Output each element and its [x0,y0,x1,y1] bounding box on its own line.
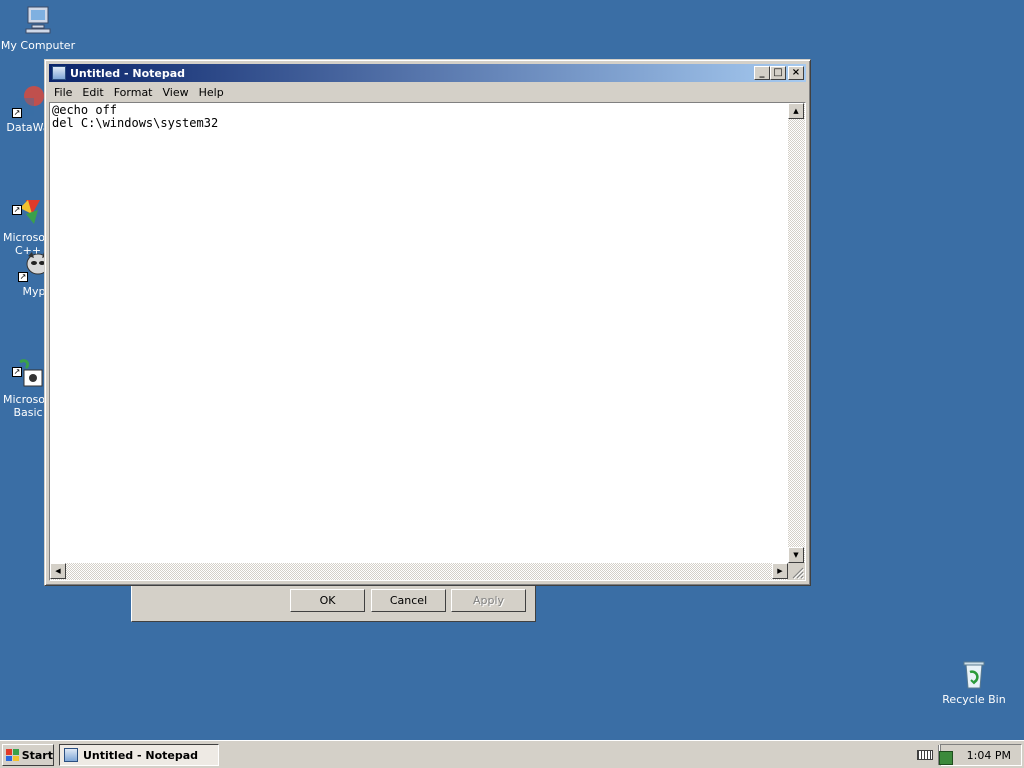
maximize-button[interactable]: □ [770,66,786,80]
desktop-icon-label: My Computer [0,39,76,52]
clock[interactable]: 1:04 PM [967,749,1011,762]
taskbar: Start Untitled - Notepad 1:04 PM [0,740,1024,768]
text-editor[interactable]: @echo off del C:\windows\system32 ▲ ▼ ◀ … [49,102,806,581]
editor-text[interactable]: @echo off del C:\windows\system32 [51,104,787,562]
shortcut-arrow-icon: ↗ [12,367,22,377]
scroll-down-button[interactable]: ▼ [788,547,804,563]
ok-button[interactable]: OK [290,589,365,612]
menu-format[interactable]: Format [109,86,158,99]
notepad-icon [52,66,66,80]
close-button[interactable]: × [788,66,804,80]
menu-view[interactable]: View [158,86,194,99]
menu-file[interactable]: File [49,86,77,99]
notepad-icon [64,748,78,762]
desktop-icon-recycle-bin[interactable]: Recycle Bin [936,658,1012,706]
horizontal-scrollbar[interactable]: ◀ ▶ [50,563,788,580]
notepad-titlebar[interactable]: Untitled - Notepad _ □ × [49,64,806,82]
shortcut-arrow-icon: ↗ [18,272,28,282]
network-icon[interactable] [939,751,953,765]
datawarehouse-icon: ↗ [12,86,44,118]
menu-help[interactable]: Help [194,86,229,99]
minimize-button[interactable]: _ [754,66,770,80]
cancel-button[interactable]: Cancel [371,589,446,612]
shortcut-arrow-icon: ↗ [12,108,22,118]
scroll-right-button[interactable]: ▶ [772,563,788,579]
menu-bar: File Edit Format View Help [49,83,806,102]
apply-button[interactable]: Apply [451,589,526,612]
notepad-window: Untitled - Notepad _ □ × File Edit Forma… [44,59,811,586]
recycle-bin-icon [958,658,990,690]
start-label: Start [21,748,53,762]
visual-cpp-icon: ↗ [12,183,44,224]
windows-logo-icon [6,749,19,761]
keyboard-icon[interactable] [917,750,933,760]
menu-edit[interactable]: Edit [77,86,108,99]
start-button[interactable]: Start [2,744,54,766]
shortcut-arrow-icon: ↗ [12,205,22,215]
visual-basic-icon: ↗ [12,345,44,387]
system-tray: 1:04 PM [939,744,1022,766]
scroll-up-button[interactable]: ▲ [788,103,804,119]
vertical-scrollbar[interactable]: ▲ ▼ [788,103,805,563]
background-dialog: OK Cancel Apply [131,586,536,622]
desktop-icon-my-computer[interactable]: My Computer [0,4,76,52]
scroll-left-button[interactable]: ◀ [50,563,66,579]
size-grip[interactable] [788,563,805,580]
taskbar-button-notepad[interactable]: Untitled - Notepad [59,744,219,766]
taskbar-button-label: Untitled - Notepad [83,748,199,762]
my-computer-icon [22,4,54,36]
desktop-icon-label: Recycle Bin [942,693,1006,706]
window-title: Untitled - Notepad [70,66,186,80]
